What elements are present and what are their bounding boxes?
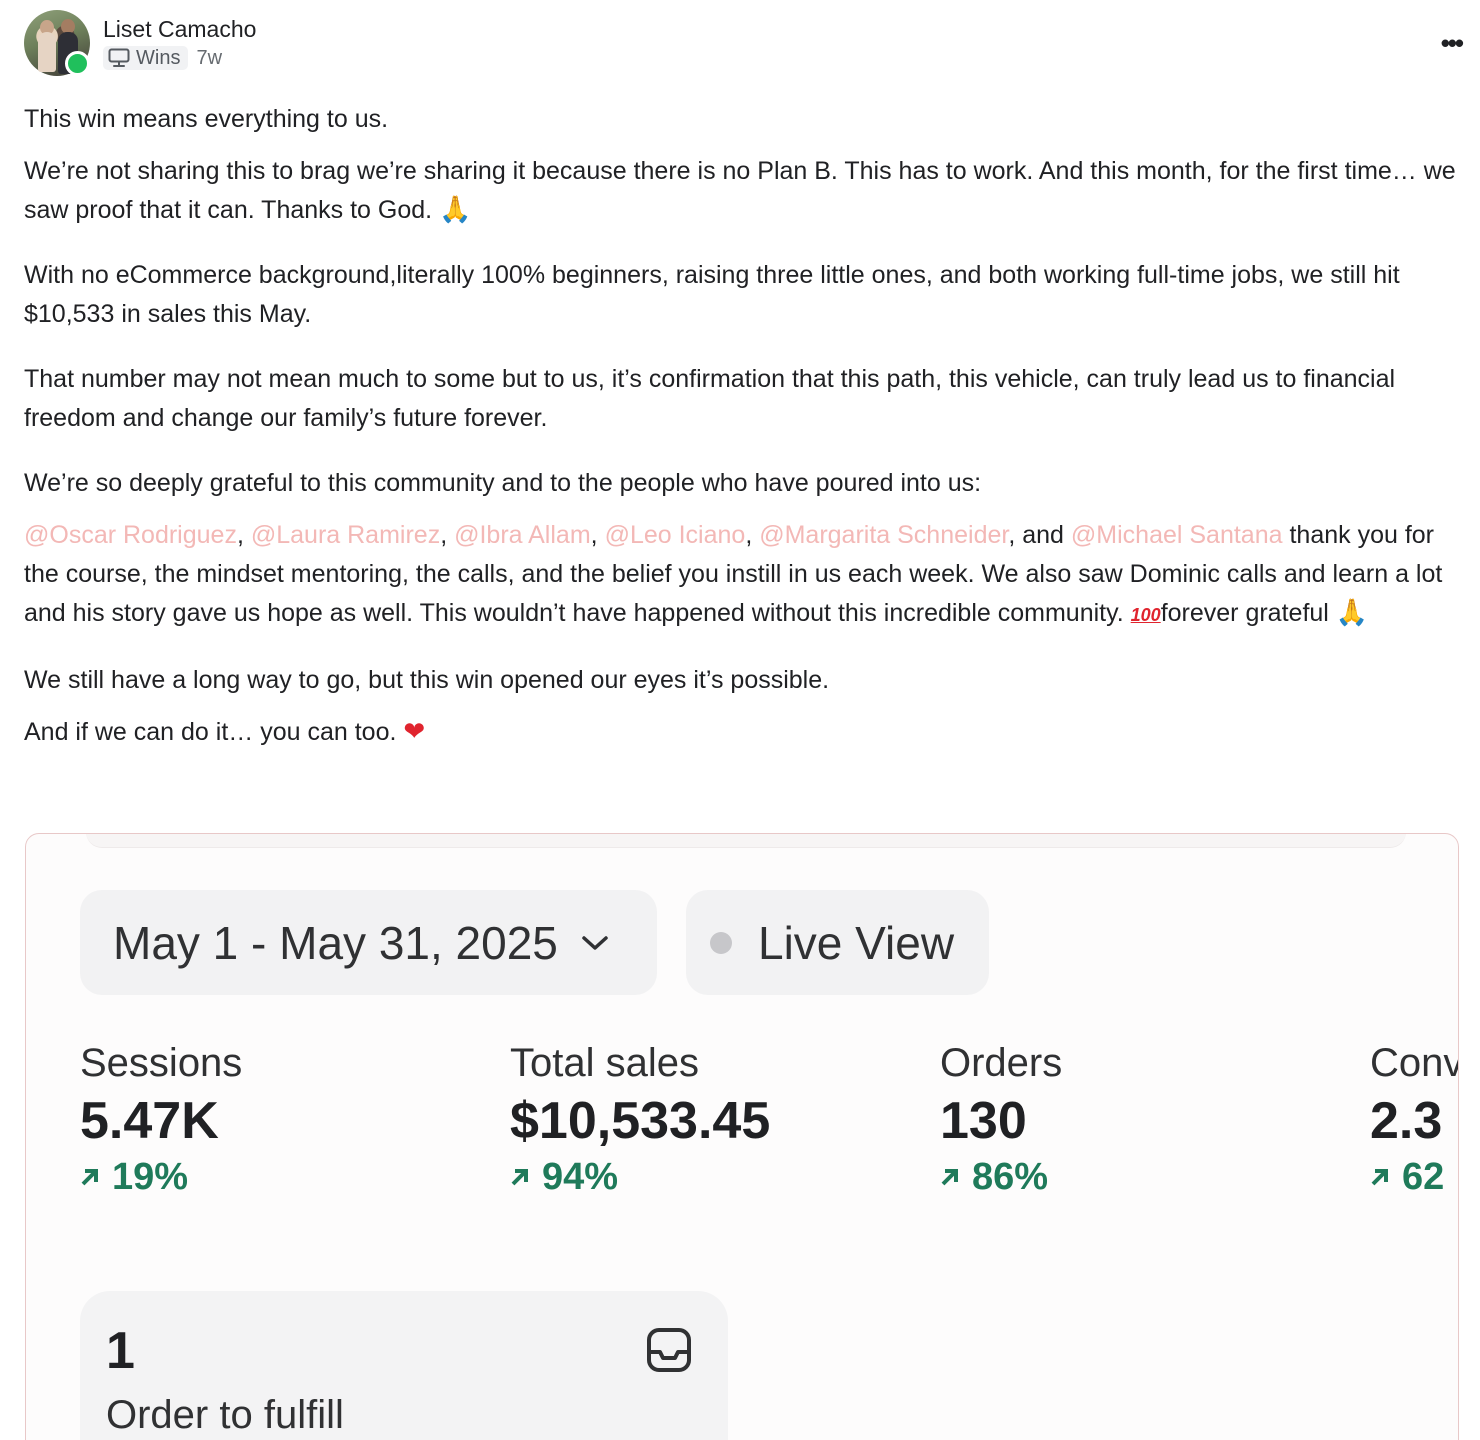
post-paragraph: We still have a long way to go, but this… — [24, 661, 1460, 700]
metric-change-value: 94% — [542, 1156, 619, 1198]
live-view-label: Live View — [758, 916, 955, 969]
post-paragraph: This win means everything to us. — [24, 100, 1460, 139]
arrow-up-right-icon — [941, 1169, 958, 1186]
fulfill-label: Order to fulfill — [106, 1393, 344, 1437]
paragraph-text: We’re not sharing this to brag we’re sha… — [24, 157, 1456, 224]
orders-to-fulfill-card[interactable]: 1 Order to fulfill — [80, 1291, 728, 1440]
mention-link[interactable]: @Ibra Allam — [454, 521, 591, 549]
metric-change: 19% — [80, 1154, 480, 1200]
metric-value: $10,533.45 — [510, 1092, 771, 1150]
post-meta: Wins 7w — [103, 46, 222, 70]
post-paragraph: With no eCommerce background,literally 1… — [24, 256, 1460, 334]
arrow-up-right-icon — [1371, 1169, 1388, 1186]
author-name[interactable]: Liset Camacho — [103, 16, 256, 43]
metric-conversion-rate[interactable]: Conv 2.3 62 — [1370, 1039, 1459, 1200]
post-body: This win means everything to us. We’re n… — [24, 100, 1460, 765]
mention-link[interactable]: @Margarita Schneider — [759, 521, 1008, 549]
red-heart-emoji: ❤ — [403, 717, 426, 747]
metric-change-value: 86% — [972, 1156, 1049, 1198]
inbox-icon — [647, 1328, 691, 1372]
paragraph-text: forever grateful — [1160, 599, 1329, 627]
dashboard-top-bar — [86, 834, 1406, 848]
metric-label: Total sales — [510, 1041, 699, 1085]
hundred-points-emoji: 100 — [1130, 605, 1161, 625]
date-range-label: May 1 - May 31, 2025 — [113, 916, 558, 969]
metric-change-value: 62 — [1402, 1156, 1445, 1198]
metric-label: Sessions — [80, 1041, 243, 1085]
date-range-selector[interactable]: May 1 - May 31, 2025 — [80, 890, 657, 995]
paragraph-text: We’re so deeply grateful to this communi… — [24, 469, 982, 497]
mention-link[interactable]: @Michael Santana — [1071, 521, 1283, 549]
praying-hands-emoji: 🙏 — [1335, 598, 1369, 628]
metric-value: 5.47K — [80, 1092, 219, 1150]
paragraph-text: We still have a long way to go, but this… — [24, 666, 830, 694]
monitor-icon — [108, 48, 130, 67]
and-word: and — [1022, 521, 1064, 549]
metric-change: 94% — [510, 1154, 910, 1200]
arrow-up-right-icon — [81, 1169, 98, 1186]
arrow-up-right-icon — [511, 1169, 528, 1186]
mention-link[interactable]: @Laura Ramirez — [251, 521, 440, 549]
post-time: 7w — [196, 46, 223, 69]
category-badge[interactable]: Wins — [103, 46, 189, 70]
post-paragraph: That number may not mean much to some bu… — [24, 360, 1460, 438]
chevron-down-icon — [582, 935, 608, 950]
paragraph-text: That number may not mean much to some bu… — [24, 365, 1396, 432]
metric-total-sales[interactable]: Total sales $10,533.45 94% — [510, 1039, 910, 1200]
post-image-dashboard-screenshot[interactable]: May 1 - May 31, 2025 Live View Sessions … — [25, 833, 1459, 1440]
post-paragraph: @Oscar Rodriguez, @Laura Ramirez, @Ibra … — [24, 521, 1443, 628]
category-label: Wins — [136, 46, 181, 69]
praying-hands-emoji: 🙏 — [439, 195, 472, 225]
metric-change: 86% — [940, 1154, 1340, 1200]
metric-change-value: 19% — [112, 1156, 189, 1198]
metric-sessions[interactable]: Sessions 5.47K 19% — [80, 1039, 480, 1200]
post-paragraph: And if we can do it… you can too. ❤ — [24, 713, 1460, 752]
mention-link[interactable]: @Leo Iciano — [605, 521, 746, 549]
avatar-person-1 — [38, 32, 56, 72]
metric-label: Orders — [940, 1041, 1063, 1085]
more-options-button[interactable]: ••• — [1441, 30, 1464, 56]
paragraph-text: With no eCommerce background,literally 1… — [24, 261, 1400, 328]
live-status-dot — [710, 931, 732, 954]
live-view-button[interactable]: Live View — [686, 890, 989, 995]
metric-label: Conv — [1370, 1041, 1459, 1085]
metric-orders[interactable]: Orders 130 86% — [940, 1039, 1340, 1200]
paragraph-text: And if we can do it… you can too. — [24, 718, 397, 746]
post-paragraph: We’re so deeply grateful to this communi… — [24, 464, 1460, 503]
metric-value: 2.3 — [1370, 1092, 1443, 1150]
metric-change: 62 — [1370, 1154, 1458, 1200]
fulfill-count: 1 — [106, 1322, 135, 1380]
mention-link[interactable]: @Oscar Rodriguez — [24, 521, 237, 549]
post-paragraph: We’re not sharing this to brag we’re sha… — [24, 152, 1460, 230]
paragraph-text: This win means everything to us. — [24, 105, 389, 133]
metric-value: 130 — [940, 1092, 1027, 1150]
post-header: Liset Camacho Wins 7w ••• — [24, 10, 1464, 80]
online-status-indicator — [65, 51, 90, 76]
